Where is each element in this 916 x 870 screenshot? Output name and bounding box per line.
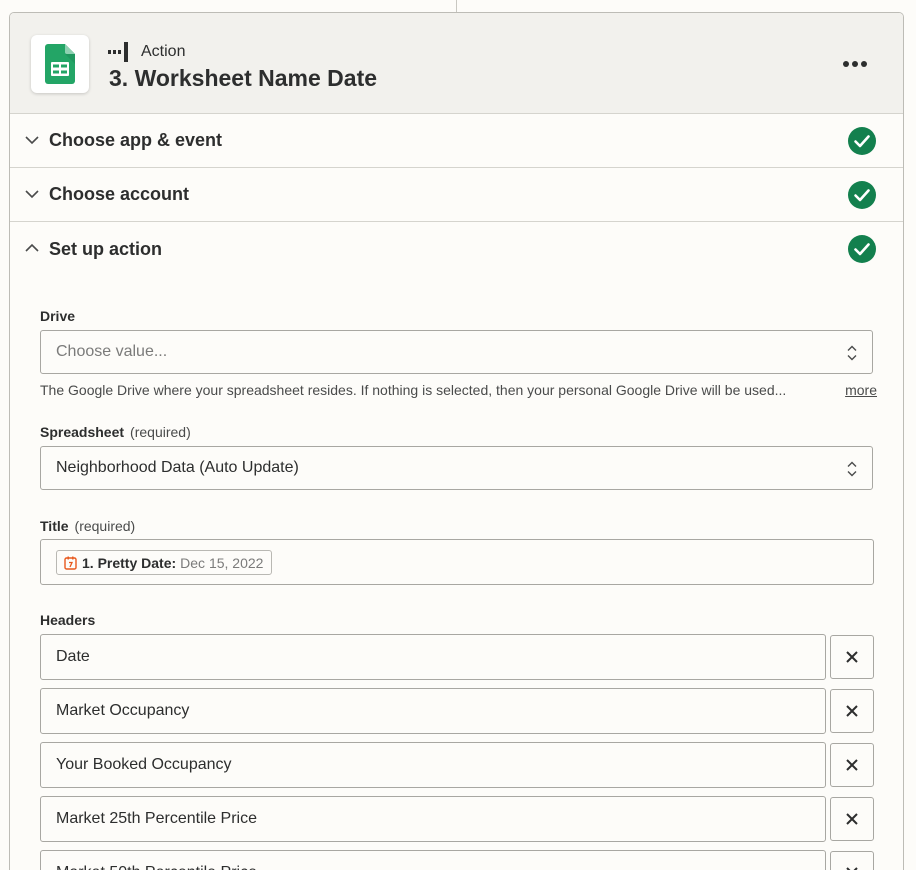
chevron-up-icon	[25, 243, 39, 252]
formatter-icon	[64, 556, 77, 570]
close-icon	[846, 705, 858, 717]
dot-icon	[861, 61, 867, 67]
google-sheets-icon	[45, 44, 75, 84]
close-icon	[846, 651, 858, 663]
section-label: Choose account	[49, 184, 190, 204]
remove-header-button[interactable]	[830, 635, 874, 679]
check-circle-icon	[848, 127, 876, 155]
step-header: Action 3. Worksheet Name Date	[10, 13, 903, 114]
check-circle-icon	[848, 235, 876, 263]
section-set-up-action[interactable]: Set up action	[10, 222, 903, 276]
drive-help-text: The Google Drive where your spreadsheet …	[40, 382, 787, 398]
header-input[interactable]: Date	[40, 634, 826, 680]
remove-header-button[interactable]	[830, 851, 874, 870]
header-input[interactable]: Market 25th Percentile Price	[40, 796, 826, 842]
section-label: Choose app & event	[49, 130, 223, 150]
title-input[interactable]: 1. Pretty Date: Dec 15, 2022	[40, 539, 874, 585]
header-row: Date	[40, 634, 874, 680]
step-kind: Action	[141, 43, 186, 60]
header-row: Your Booked Occupancy	[40, 742, 874, 788]
close-icon	[846, 813, 858, 825]
connector-line	[456, 0, 457, 12]
dot-icon	[843, 61, 849, 67]
chevron-down-icon	[25, 190, 39, 199]
header-input[interactable]: Your Booked Occupancy	[40, 742, 826, 788]
drive-placeholder: Choose value...	[56, 343, 168, 360]
pill-label: 1. Pretty Date:	[82, 554, 177, 571]
close-icon	[846, 759, 858, 771]
title-label: Title (required)	[40, 518, 136, 534]
step-title[interactable]: 3. Worksheet Name Date	[109, 65, 377, 92]
section-choose-app-event[interactable]: Choose app & event	[10, 114, 903, 168]
header-input[interactable]: Market Occupancy	[40, 688, 826, 734]
chevron-down-icon	[25, 136, 39, 145]
required-marker: (required)	[130, 424, 191, 440]
action-step-icon	[108, 42, 128, 62]
more-options-button[interactable]	[843, 59, 869, 69]
remove-header-button[interactable]	[830, 797, 874, 841]
headers-label: Headers	[40, 612, 96, 628]
dot-icon	[852, 61, 858, 67]
spreadsheet-value: Neighborhood Data (Auto Update)	[56, 459, 299, 476]
drive-label: Drive	[40, 308, 76, 324]
spreadsheet-label: Spreadsheet (required)	[40, 424, 191, 440]
step-editor-card: Action 3. Worksheet Name Date Choose app…	[9, 12, 904, 870]
required-marker: (required)	[74, 518, 136, 534]
remove-header-button[interactable]	[830, 689, 874, 733]
spreadsheet-select[interactable]: Neighborhood Data (Auto Update)	[40, 446, 873, 490]
drive-help-more-link[interactable]: more	[845, 382, 877, 398]
header-input[interactable]: Market 50th Percentile Price	[40, 850, 826, 870]
app-tile	[31, 35, 89, 93]
check-circle-icon	[848, 181, 876, 209]
select-arrows-icon	[847, 461, 857, 477]
section-label: Set up action	[49, 238, 163, 259]
header-row: Market 25th Percentile Price	[40, 796, 874, 842]
remove-header-button[interactable]	[830, 743, 874, 787]
drive-select[interactable]: Choose value...	[40, 330, 873, 374]
mapped-field-pill[interactable]: 1. Pretty Date: Dec 15, 2022	[56, 550, 273, 575]
header-row: Market Occupancy	[40, 688, 874, 734]
select-arrows-icon	[847, 345, 857, 361]
pill-value: Dec 15, 2022	[180, 554, 264, 571]
section-choose-account[interactable]: Choose account	[10, 168, 903, 222]
header-row: Market 50th Percentile Price	[40, 850, 874, 870]
